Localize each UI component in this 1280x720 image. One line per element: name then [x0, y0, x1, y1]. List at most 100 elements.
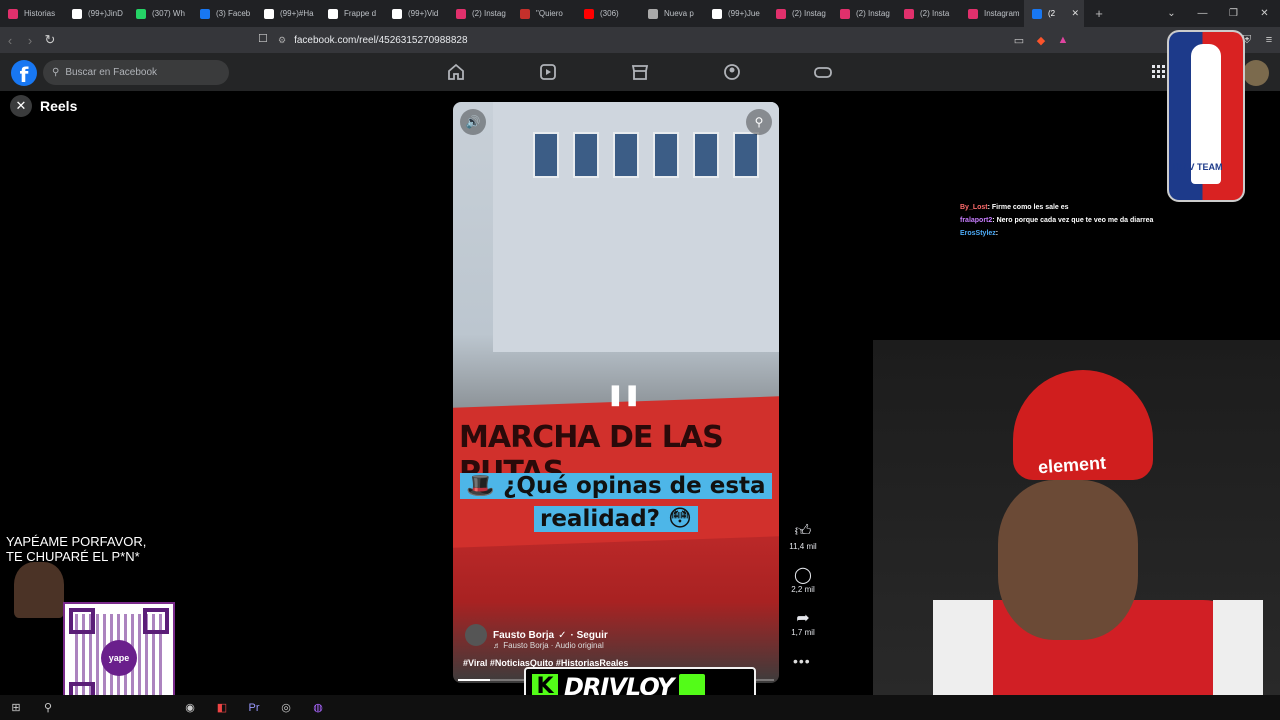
browser-tab[interactable]: (306) — [576, 0, 640, 27]
steam-icon[interactable]: ◉ — [174, 701, 206, 714]
menu-icon[interactable]: ≡ — [1258, 34, 1280, 46]
browser-tab[interactable]: (3) Faceb — [192, 0, 256, 27]
verified-icon: ✓ — [558, 629, 567, 641]
profile-avatar[interactable] — [1243, 60, 1269, 86]
audio-label[interactable]: ♬ Fausto Borja · Audio original — [493, 641, 604, 650]
video-window — [693, 132, 719, 178]
menu-grid-icon[interactable] — [1152, 65, 1166, 79]
rewards-icon[interactable]: ▲ — [1052, 34, 1074, 46]
back-icon[interactable]: ‹ — [0, 33, 20, 48]
app-icon[interactable]: ◧ — [206, 701, 238, 714]
groups-icon[interactable] — [722, 62, 742, 82]
more-options-icon[interactable]: ••• — [793, 653, 811, 669]
browser-tab[interactable]: (99+)Jue — [704, 0, 768, 27]
brave-shield-icon[interactable]: ◆ — [1030, 34, 1052, 47]
close-icon[interactable]: ✕ — [10, 95, 32, 117]
home-icon[interactable] — [446, 62, 466, 82]
bookmark-icon[interactable]: ☐ — [258, 32, 268, 45]
browser-tab[interactable]: (2) Insta — [896, 0, 960, 27]
tab-favicon-icon — [264, 8, 274, 19]
browser-tab[interactable]: (2) Instag — [832, 0, 896, 27]
tab-label: Historias — [24, 9, 56, 18]
search-icon[interactable]: ⚲ — [32, 701, 64, 714]
like-count: 11,4 mil — [789, 542, 817, 551]
tab-label: (2) Instag — [472, 9, 506, 18]
close-window-icon[interactable]: ✕ — [1249, 0, 1280, 27]
browser-tab[interactable]: Instagram — [960, 0, 1024, 27]
browser-tab[interactable]: (99+)#Ha — [256, 0, 320, 27]
chat-text: : Nero porque cada vez que te veo me da … — [992, 217, 1154, 224]
video-window — [573, 132, 599, 178]
stream-chat: By_Lost: Firme como les sale es fralaport… — [960, 201, 1153, 240]
volume-icon[interactable]: 🔊 — [460, 109, 486, 135]
site-info-icon[interactable]: ⚙ — [278, 35, 286, 46]
premiere-icon[interactable]: Pr — [238, 702, 270, 714]
windows-start-icon[interactable]: ⊞ — [0, 701, 32, 714]
chevron-down-icon[interactable]: ⌄ — [1156, 0, 1187, 27]
browser-tab[interactable]: (2) Instag — [448, 0, 512, 27]
tab-label: Frappe d — [344, 9, 377, 18]
logo-text: DRIV TEAM — [1173, 162, 1223, 172]
marketplace-icon[interactable] — [630, 62, 650, 82]
reel-actions: 👍︎ 11,4 mil ◯ 2,2 mil ➦ 1,7 mil — [783, 522, 823, 651]
chat-text: : — [995, 230, 999, 237]
pause-icon[interactable]: ❚❚ — [607, 382, 641, 407]
comment-button[interactable]: ◯ 2,2 mil — [783, 565, 823, 594]
reels-header: ✕ Reels — [10, 95, 77, 117]
tab-favicon-icon — [200, 8, 210, 19]
browser-tab[interactable]: Frappe d — [320, 0, 384, 27]
new-tab-button[interactable]: + — [1088, 6, 1110, 21]
browser-tab[interactable]: (99+)JinD — [64, 0, 128, 27]
tab-favicon-icon — [456, 8, 466, 19]
author-avatar[interactable] — [465, 624, 487, 646]
yape-text: YAPÉAME PORFAVOR, TE CHUPARÉ EL P*N* — [6, 534, 146, 564]
tab-label: (307) Wh — [152, 9, 185, 18]
browser-icon[interactable]: ◍ — [302, 701, 334, 714]
tab-favicon-icon — [648, 8, 658, 19]
restore-icon[interactable]: ❐ — [1218, 0, 1249, 27]
tab-label: Nueva p — [664, 9, 694, 18]
gaming-icon[interactable] — [813, 62, 833, 82]
chat-message: fralaport2: Nero porque cada vez que te … — [960, 214, 1153, 227]
like-button[interactable]: 👍︎ 11,4 mil — [783, 522, 823, 551]
follow-button[interactable]: · Seguir — [571, 630, 608, 641]
url-text: facebook.com/reel/452631527098882​8 — [294, 34, 468, 46]
chat-username: fralaport2 — [960, 217, 993, 224]
browser-tab[interactable]: "Quiero — [512, 0, 576, 27]
browser-tab[interactable]: Historias — [0, 0, 64, 27]
chat-message: ErosStylez: — [960, 227, 1153, 240]
reel-video[interactable]: MARCHA DE LAS PUTAS 🎩 ¿Qué opinas de est… — [453, 102, 779, 683]
os-taskbar: ⊞ ⚲ ◉ ◧ Pr ◎ ◍ — [0, 695, 1280, 720]
tab-label: "Quiero — [536, 9, 563, 18]
search-input[interactable]: ⚲ Buscar en Facebook — [43, 60, 229, 85]
browser-tab[interactable]: (2) Instag — [768, 0, 832, 27]
reload-icon[interactable]: ↻ — [40, 32, 60, 48]
browser-tab[interactable]: (99+)Vid — [384, 0, 448, 27]
author-name[interactable]: Fausto Borja — [493, 630, 554, 641]
cast-icon[interactable]: ▭ — [1008, 34, 1030, 47]
browser-tab[interactable]: Nueva p — [640, 0, 704, 27]
browser-tab[interactable]: (2 ✕ — [1024, 0, 1084, 27]
tab-favicon-icon — [392, 8, 402, 19]
obs-icon[interactable]: ◎ — [270, 701, 302, 714]
tab-favicon-icon — [584, 8, 594, 19]
tab-favicon-icon — [520, 8, 530, 19]
tab-label: (2) Instag — [792, 9, 826, 18]
browser-tab[interactable]: (307) Wh — [128, 0, 192, 27]
search-icon[interactable]: ⚲ — [746, 109, 772, 135]
search-placeholder: Buscar en Facebook — [65, 67, 158, 78]
tab-label: (2) Instag — [856, 9, 890, 18]
video-progress-fill — [458, 679, 490, 681]
reels-icon[interactable] — [538, 62, 558, 82]
video-window — [613, 132, 639, 178]
forward-icon[interactable]: › — [20, 33, 40, 48]
minimize-icon[interactable]: — — [1187, 0, 1218, 27]
share-button[interactable]: ➦ 1,7 mil — [783, 608, 823, 637]
comment-count: 2,2 mil — [791, 585, 815, 594]
address-bar[interactable]: ⚙ facebook.com/reel/452631527098882​8 — [278, 30, 998, 50]
close-tab-icon[interactable]: ✕ — [1071, 8, 1079, 19]
chat-text: : Firme como les sale es — [987, 204, 1069, 211]
webcam-face — [998, 480, 1138, 640]
facebook-logo[interactable]: f — [11, 60, 37, 87]
caption-line-1: 🎩 ¿Qué opinas de esta — [460, 473, 772, 499]
